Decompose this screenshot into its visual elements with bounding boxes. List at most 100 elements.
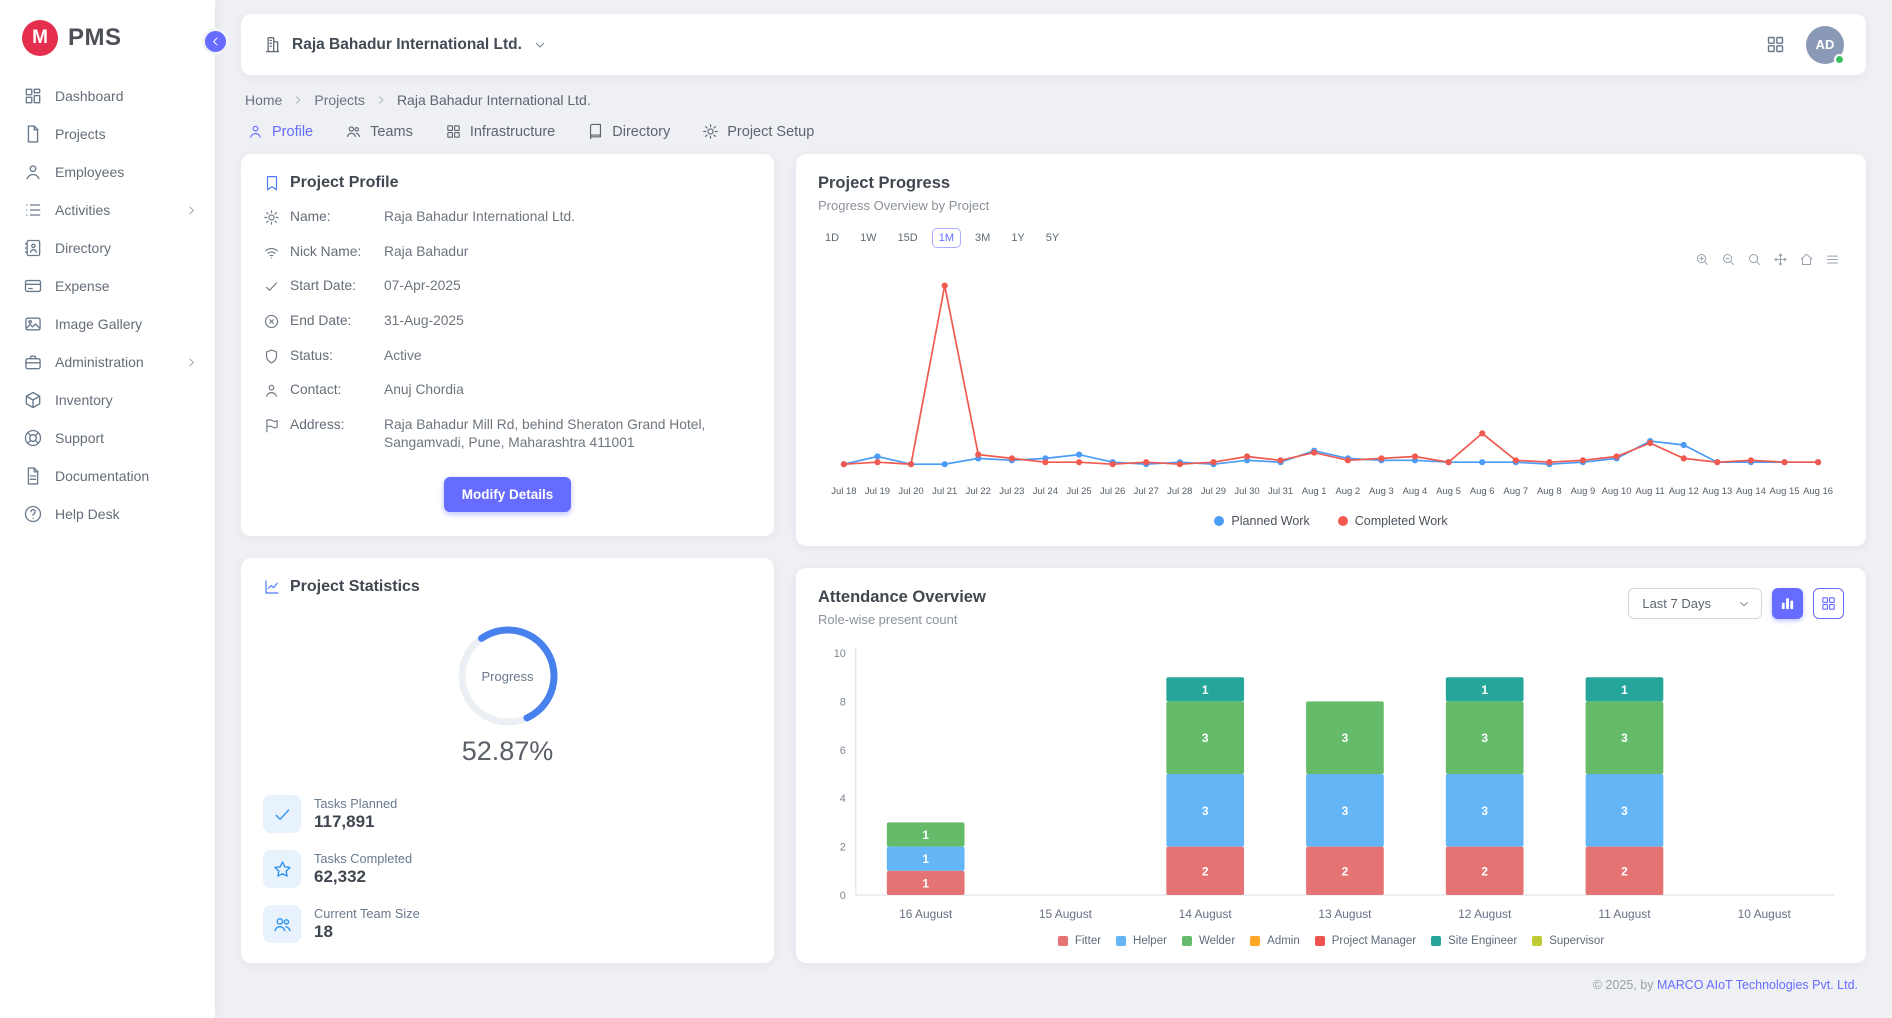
- svg-text:Aug 6: Aug 6: [1470, 486, 1495, 497]
- sidebar-item-label: Projects: [55, 126, 199, 142]
- svg-text:3: 3: [1621, 731, 1628, 745]
- attendance-bar-chart[interactable]: 024681011116 August15 August233114 Augus…: [818, 639, 1844, 931]
- gear-icon: [263, 209, 280, 226]
- card-subtitle: Progress Overview by Project: [818, 198, 1844, 213]
- tab-project-setup[interactable]: Project Setup: [702, 123, 814, 140]
- sidebar-item-label: Support: [55, 430, 199, 446]
- range-5y-button[interactable]: 5Y: [1039, 228, 1066, 248]
- svg-text:12 August: 12 August: [1458, 907, 1512, 921]
- chevron-right-icon: [374, 93, 388, 107]
- tab-teams[interactable]: Teams: [345, 123, 413, 140]
- range-1w-button[interactable]: 1W: [853, 228, 884, 248]
- sidebar-item-documentation[interactable]: Documentation: [0, 458, 215, 494]
- sidebar-item-administration[interactable]: Administration: [0, 344, 215, 380]
- sidebar-item-support[interactable]: Support: [0, 420, 215, 456]
- gauge-value: 52.87%: [263, 736, 752, 767]
- svg-text:Jul 23: Jul 23: [999, 486, 1024, 497]
- tab-infrastructure[interactable]: Infrastructure: [445, 123, 555, 140]
- progress-line-chart[interactable]: Jul 18Jul 19Jul 20Jul 21Jul 22Jul 23Jul …: [818, 260, 1844, 510]
- breadcrumb-projects[interactable]: Projects: [314, 92, 365, 108]
- app-logo[interactable]: M PMS: [0, 0, 215, 72]
- zoom-out-icon[interactable]: [1721, 252, 1736, 267]
- breadcrumb-current: Raja Bahadur International Ltd.: [397, 92, 591, 108]
- sidebar-item-label: Expense: [55, 278, 199, 294]
- breadcrumb-home[interactable]: Home: [245, 92, 282, 108]
- logo-icon: M: [22, 20, 58, 56]
- sidebar-item-projects[interactable]: Projects: [0, 116, 215, 152]
- sidebar-item-expense[interactable]: Expense: [0, 268, 215, 304]
- legend-item[interactable]: Admin: [1250, 935, 1300, 947]
- svg-text:Jul 21: Jul 21: [932, 486, 957, 497]
- footer-company-link[interactable]: MARCO AIoT Technologies Pvt. Ltd.: [1657, 978, 1858, 992]
- company-selector[interactable]: Raja Bahadur International Ltd.: [263, 35, 548, 54]
- field-end-date: End Date: 31-Aug-2025: [263, 312, 752, 331]
- projects-icon: [23, 124, 43, 144]
- range-1m-button[interactable]: 1M: [932, 228, 961, 248]
- legend-item[interactable]: Helper: [1116, 935, 1167, 947]
- svg-text:3: 3: [1481, 804, 1488, 818]
- avatar[interactable]: AD: [1806, 26, 1844, 64]
- tab-profile[interactable]: Profile: [247, 123, 313, 140]
- legend-item[interactable]: Site Engineer: [1431, 935, 1517, 947]
- chevron-right-icon: [184, 355, 199, 370]
- field-nickname: Nick Name: Raja Bahadur: [263, 243, 752, 262]
- legend-item[interactable]: Project Manager: [1315, 935, 1416, 947]
- sidebar-item-employees[interactable]: Employees: [0, 154, 215, 190]
- autoscale-icon[interactable]: [1747, 252, 1762, 267]
- tab-label: Profile: [272, 124, 313, 140]
- sidebar-item-activities[interactable]: Activities: [0, 192, 215, 228]
- gauge-label: Progress: [452, 620, 564, 732]
- svg-text:1: 1: [1202, 683, 1209, 697]
- svg-text:Aug 15: Aug 15: [1770, 486, 1800, 497]
- pan-icon[interactable]: [1773, 252, 1788, 267]
- zoom-in-icon[interactable]: [1695, 252, 1710, 267]
- sidebar-menu: Dashboard Projects Employees Activities …: [0, 72, 215, 532]
- legend-item[interactable]: Welder: [1182, 935, 1235, 947]
- apps-grid-icon[interactable]: [1765, 34, 1786, 55]
- svg-text:3: 3: [1202, 731, 1209, 745]
- sidebar-item-help-desk[interactable]: Help Desk: [0, 496, 215, 532]
- sidebar-item-label: Activities: [55, 202, 172, 218]
- svg-text:Jul 24: Jul 24: [1033, 486, 1058, 497]
- svg-text:Aug 2: Aug 2: [1335, 486, 1360, 497]
- range-1y-button[interactable]: 1Y: [1004, 228, 1031, 248]
- chart-menu-icon[interactable]: [1825, 252, 1840, 267]
- attendance-overview-card: Attendance Overview Role-wise present co…: [796, 568, 1866, 963]
- star-icon: [272, 859, 293, 880]
- svg-text:Jul 26: Jul 26: [1100, 486, 1125, 497]
- time-range-selector: 1D 1W 15D 1M 3M 1Y 5Y: [818, 228, 1844, 248]
- stat-team-size: Current Team Size 18: [263, 905, 752, 943]
- chart-view-button[interactable]: [1772, 588, 1803, 619]
- sidebar-item-image-gallery[interactable]: Image Gallery: [0, 306, 215, 342]
- sidebar-collapse-button[interactable]: [202, 28, 229, 55]
- topbar-right: AD: [1765, 26, 1844, 64]
- svg-text:1: 1: [1621, 683, 1628, 697]
- support-icon: [23, 428, 43, 448]
- table-view-button[interactable]: [1813, 588, 1844, 619]
- range-15d-button[interactable]: 15D: [891, 228, 925, 248]
- reset-home-icon[interactable]: [1799, 252, 1814, 267]
- app-name: PMS: [68, 24, 122, 52]
- legend-item[interactable]: Supervisor: [1532, 935, 1604, 947]
- svg-text:Aug 12: Aug 12: [1669, 486, 1699, 497]
- sidebar-item-label: Employees: [55, 164, 199, 180]
- project-statistics-card: Project Statistics Progress 52.87% Tasks…: [241, 558, 774, 963]
- date-range-select[interactable]: Last 7 Days: [1628, 588, 1762, 619]
- sidebar-item-directory[interactable]: Directory: [0, 230, 215, 266]
- directory-tab-icon: [587, 123, 604, 140]
- field-name: Name: Raja Bahadur International Ltd.: [263, 208, 752, 227]
- svg-text:Aug 4: Aug 4: [1403, 486, 1428, 497]
- range-1d-button[interactable]: 1D: [818, 228, 846, 248]
- svg-text:Aug 5: Aug 5: [1436, 486, 1461, 497]
- tab-directory[interactable]: Directory: [587, 123, 670, 140]
- sidebar-item-inventory[interactable]: Inventory: [0, 382, 215, 418]
- legend-item[interactable]: Fitter: [1058, 935, 1101, 947]
- legend-item[interactable]: Completed Work: [1338, 514, 1448, 528]
- sidebar-item-dashboard[interactable]: Dashboard: [0, 78, 215, 114]
- svg-text:Aug 8: Aug 8: [1537, 486, 1562, 497]
- modify-details-button[interactable]: Modify Details: [444, 477, 572, 512]
- legend-item[interactable]: Planned Work: [1214, 514, 1309, 528]
- svg-text:11 August: 11 August: [1598, 907, 1651, 921]
- range-3m-button[interactable]: 3M: [968, 228, 997, 248]
- svg-text:14 August: 14 August: [1179, 907, 1233, 921]
